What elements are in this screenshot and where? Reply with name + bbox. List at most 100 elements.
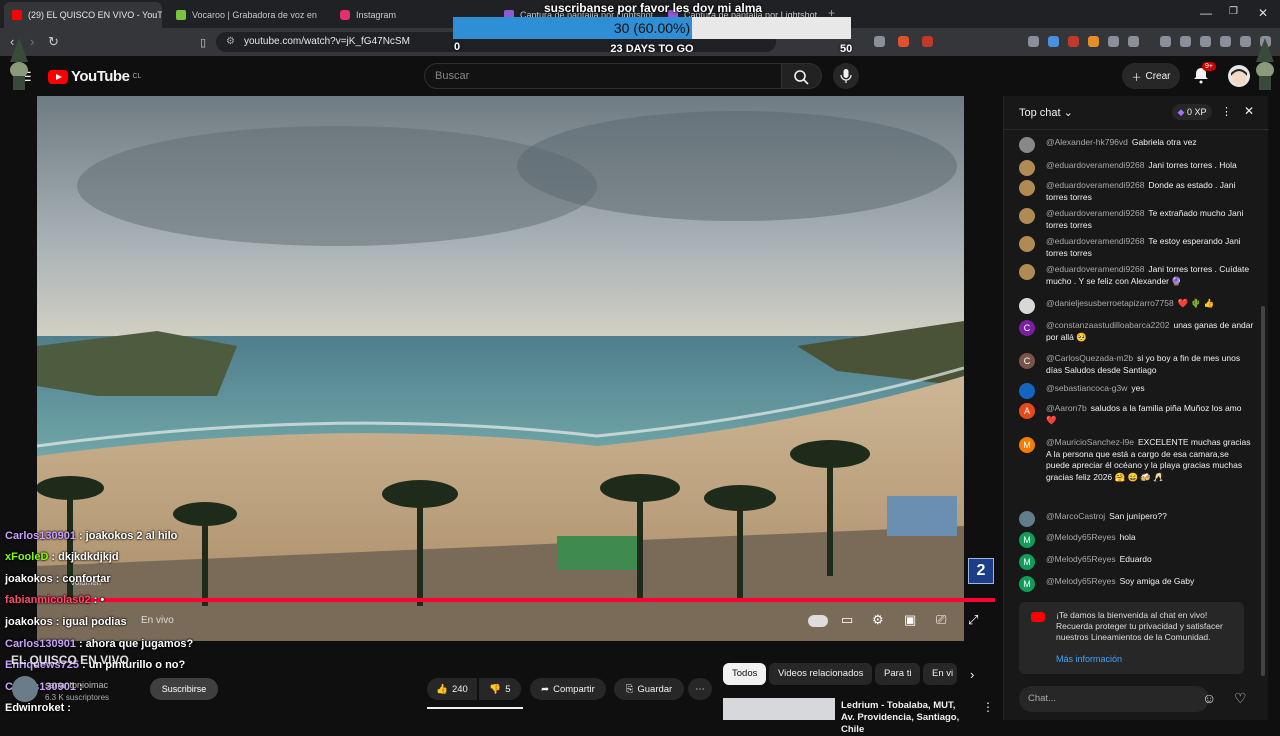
extension-icon[interactable] [1088,36,1099,47]
xp-badge[interactable]: ◆ 0 XP [1172,104,1212,120]
chat-message[interactable]: M @MauricioSanchez-l9e EXCELENTE muchas gr… [1019,437,1254,483]
chip-todos[interactable]: Todos [723,663,767,685]
chip-en-vivo[interactable]: En vi [923,663,957,685]
save-button[interactable]: ⎘ Guardar [614,678,684,700]
emoji-picker-icon[interactable]: ☺ [1202,690,1216,706]
chat-message[interactable]: M @Melody65Reyes Soy amiga de Gaby [1019,576,1254,592]
chat-input[interactable]: Chat... [1019,686,1209,712]
browser-tab-vocaroo[interactable]: Vocaroo | Grabadora de voz en lí [168,2,320,28]
chat-author-avatar[interactable] [1019,208,1035,224]
chat-author-avatar[interactable] [1019,511,1035,527]
bookmark-icon[interactable]: ▯ [200,36,206,49]
chat-message[interactable]: M @Melody65Reyes hola [1019,532,1254,548]
chat-author-name[interactable]: @eduardoveramendi9268 [1046,264,1144,274]
like-button[interactable]: 👍 240 [427,678,477,700]
download-icon[interactable] [1220,36,1231,47]
chat-close-icon[interactable]: ✕ [1244,104,1254,118]
chat-author-avatar[interactable] [1019,236,1035,252]
chat-message[interactable]: @eduardoveramendi9268 Te extrañado mucho … [1019,208,1254,231]
site-info-icon[interactable]: ⚙ [226,36,235,47]
chat-message[interactable]: @danieljesusberroetapizarro7758 ❤️ 🌵 👍 [1019,298,1254,314]
chat-author-name[interactable]: @eduardoveramendi9268 [1046,160,1144,170]
chat-author-avatar[interactable]: M [1019,532,1035,548]
chat-author-name[interactable]: @CarlosQuezada-m2b [1046,353,1133,363]
search-input[interactable]: Buscar [424,63,782,89]
subscribe-button[interactable]: Suscribirse [150,678,218,700]
chat-author-name[interactable]: @Alexander-hk796vd [1046,137,1128,147]
channel-avatar[interactable] [12,676,38,702]
chat-message[interactable]: A @Aaron7b saludos a la familia piña Muñoz… [1019,403,1254,426]
recommended-video-thumbnail[interactable] [723,698,835,720]
dislike-button[interactable]: 👎 5 [479,678,521,700]
chat-author-name[interactable]: @danieljesusberroetapizarro7758 [1046,298,1174,308]
chat-message[interactable]: @sebastiancoca-g3w yes [1019,383,1254,399]
chat-author-avatar[interactable] [1019,298,1035,314]
chat-author-name[interactable]: @Aaron7b [1046,403,1087,413]
subtitles-icon[interactable]: ▭ [841,612,853,628]
sidebar-icon[interactable] [1180,36,1191,47]
chat-author-avatar[interactable] [1019,160,1035,176]
chat-author-name[interactable]: @Melody65Reyes [1046,532,1116,542]
chat-author-name[interactable]: @constanzaastudilloabarca2202 [1046,320,1169,330]
browser-tab-instagram[interactable]: Instagram [332,2,452,28]
minimize-icon[interactable]: — [1200,6,1212,20]
video-player[interactable] [37,96,964,641]
recommended-video-title[interactable]: Ledrium - Tobalaba, MUT, Av. Providencia… [841,700,971,736]
fullscreen-icon[interactable]: ⤢ [968,612,978,628]
chat-mode-dropdown[interactable]: Top chat ⌄ [1019,106,1073,119]
chat-message[interactable]: @eduardoveramendi9268 Donde as estado . J… [1019,180,1254,203]
chips-next-icon[interactable]: › [970,667,974,682]
chat-author-avatar[interactable]: M [1019,437,1035,453]
chat-author-avatar[interactable]: A [1019,403,1035,419]
channel-watermark-badge[interactable]: 2 [968,558,994,584]
chip-videos-relacionados[interactable]: Videos relacionados [769,663,873,685]
chat-author-avatar[interactable]: M [1019,554,1035,570]
chat-message[interactable]: @eduardoveramendi9268 Te estoy esperando … [1019,236,1254,259]
chat-message[interactable]: C @constanzaastudilloabarca2202 unas ganas… [1019,320,1254,343]
chat-author-avatar[interactable]: C [1019,353,1035,369]
chat-scrollbar[interactable] [1261,306,1265,676]
close-icon[interactable]: ✕ [1258,6,1268,20]
more-info-link[interactable]: Más información [1056,654,1122,664]
share-button[interactable]: ➦ Compartir [530,678,606,700]
chat-author-name[interactable]: @MarcoCastroj [1046,511,1105,521]
extension-icon[interactable] [1048,36,1059,47]
chip-para-ti[interactable]: Para ti [875,663,921,685]
chat-author-name[interactable]: @eduardoveramendi9268 [1046,180,1144,190]
youtube-logo[interactable]: YouTube CL [48,68,141,85]
brave-shield-icon[interactable] [898,36,909,47]
wallet-icon[interactable] [1200,36,1211,47]
heart-reaction-icon[interactable]: ♡ [1234,690,1247,707]
extensions-puzzle-icon[interactable] [1108,36,1119,47]
chat-author-name[interactable]: @MauricioSanchez-l9e [1046,437,1134,447]
chat-message[interactable]: @MarcoCastroj San junípero?? [1019,511,1254,527]
browser-tab-youtube[interactable]: (29) EL QUISCO EN VIVO - YouTu ✕ [4,2,162,28]
recommended-video-menu-icon[interactable]: ⋮ [982,700,994,714]
chat-author-avatar[interactable]: M [1019,576,1035,592]
chat-author-name[interactable]: @Melody65Reyes [1046,554,1116,564]
search-button[interactable] [782,63,822,89]
chat-author-avatar[interactable]: C [1019,320,1035,336]
live-indicator[interactable]: En vivo [141,615,174,626]
video-progress-bar[interactable] [37,598,995,602]
chat-author-avatar[interactable] [1019,264,1035,280]
miniplayer-icon[interactable]: ▣ [904,612,916,628]
channel-name[interactable]: EL QUISCO EN VIVO [11,653,129,667]
chat-message[interactable]: M @Melody65Reyes Eduardo [1019,554,1254,570]
chat-author-avatar[interactable] [1019,383,1035,399]
settings-gear-icon[interactable]: ⚙ [872,612,884,628]
chat-message[interactable]: @eduardoveramendi9268 Jani torres torres … [1019,160,1254,176]
reload-icon[interactable]: ↻ [48,34,59,50]
more-actions-button[interactable]: ⋯ [688,678,712,700]
chat-author-avatar[interactable] [1019,137,1035,153]
vpn-icon[interactable] [1240,36,1251,47]
chat-message[interactable]: @Alexander-hk796vd Gabriela otra vez [1019,137,1254,153]
cast-icon[interactable]: ⎚ [936,612,946,628]
rewards-icon[interactable] [922,36,933,47]
account-avatar[interactable] [1228,65,1250,87]
voice-search-button[interactable] [833,63,859,89]
chat-author-name[interactable]: @Melody65Reyes [1046,576,1116,586]
media-controls-icon[interactable] [1160,36,1171,47]
chat-message[interactable]: @eduardoveramendi9268 Jani torres torres … [1019,264,1254,287]
chat-more-options-icon[interactable]: ⋮ [1221,105,1232,118]
